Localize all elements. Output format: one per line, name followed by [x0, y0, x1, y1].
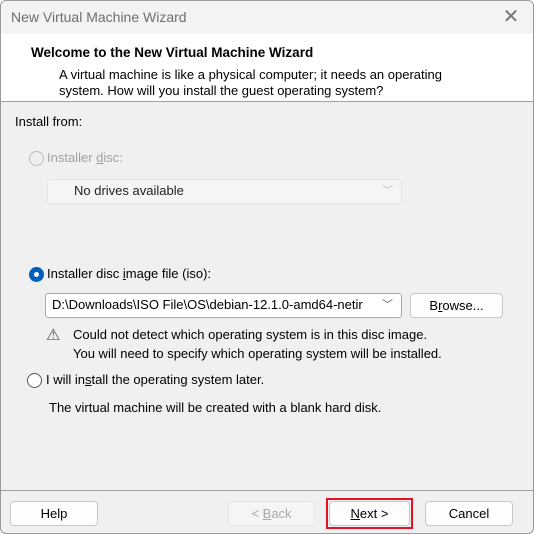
- warning-line-1: Could not detect which operating system …: [73, 327, 428, 342]
- warning-message: Could not detect which operating system …: [73, 325, 442, 363]
- iso-path-dropdown[interactable]: D:\Downloads\ISO File\OS\debian-12.1.0-a…: [45, 293, 402, 318]
- disc-drive-value: No drives available: [74, 183, 184, 198]
- installer-disc-label: Installer disc:: [47, 150, 123, 165]
- chevron-down-icon: ﹀: [382, 299, 393, 311]
- chevron-down-icon: ﹀: [382, 185, 393, 197]
- header-title: Welcome to the New Virtual Machine Wizar…: [31, 45, 314, 60]
- footer-divider: [1, 490, 533, 491]
- installer-disc-radio[interactable]: [29, 151, 44, 166]
- browse-button[interactable]: Browse...: [410, 293, 503, 318]
- help-button[interactable]: Help: [10, 501, 98, 526]
- wizard-window: New Virtual Machine Wizard ✕ Welcome to …: [0, 0, 534, 534]
- cancel-button[interactable]: Cancel: [425, 501, 513, 526]
- header-description: A virtual machine is like a physical com…: [59, 67, 442, 98]
- close-icon[interactable]: ✕: [499, 5, 523, 29]
- iso-image-label: Installer disc image file (iso):: [47, 266, 212, 281]
- title-bar: New Virtual Machine Wizard ✕: [1, 1, 533, 34]
- install-later-label: I will install the operating system late…: [46, 372, 265, 387]
- install-later-note: The virtual machine will be created with…: [49, 400, 382, 415]
- iso-path-value: D:\Downloads\ISO File\OS\debian-12.1.0-a…: [52, 297, 363, 312]
- install-from-label: Install from:: [15, 114, 83, 129]
- wizard-header: Welcome to the New Virtual Machine Wizar…: [1, 34, 533, 102]
- window-title: New Virtual Machine Wizard: [11, 9, 187, 25]
- back-button[interactable]: < Back: [228, 501, 315, 526]
- disc-drive-dropdown[interactable]: No drives available ﹀: [47, 179, 402, 204]
- warning-line-2: You will need to specify which operating…: [73, 346, 442, 361]
- install-later-radio[interactable]: [27, 373, 42, 388]
- next-button[interactable]: Next >: [329, 501, 410, 526]
- iso-image-radio[interactable]: [29, 267, 44, 282]
- warning-icon: ⚠: [46, 327, 61, 344]
